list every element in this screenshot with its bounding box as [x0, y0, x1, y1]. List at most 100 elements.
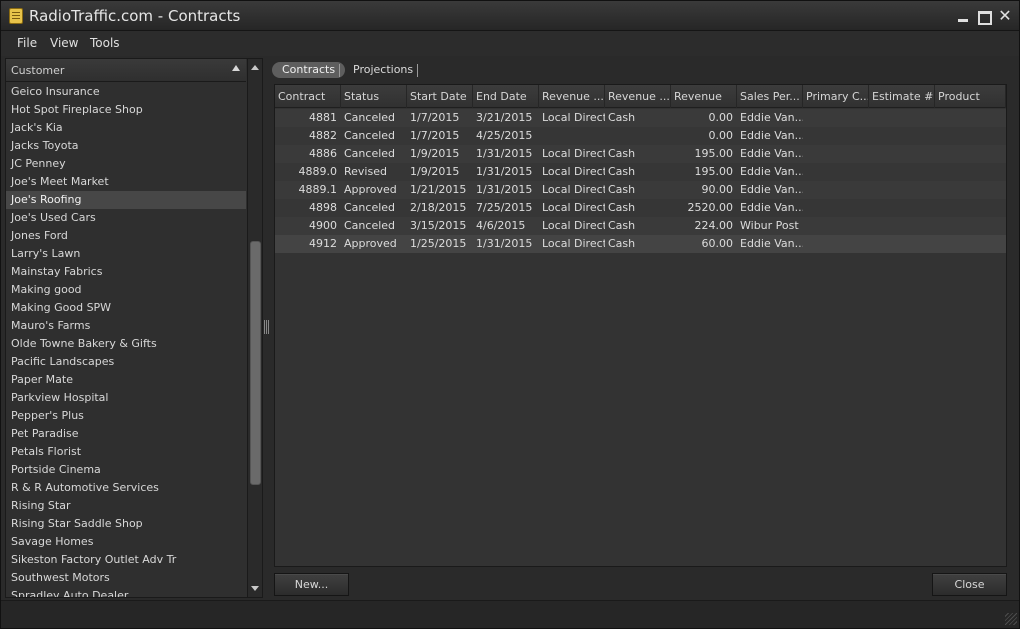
sort-ascending-icon	[232, 65, 240, 71]
column-header[interactable]: Contract	[275, 85, 341, 108]
scroll-up-icon[interactable]	[251, 65, 259, 70]
contracts-panel: Contracts Projections Contract Status Star…	[271, 58, 1011, 600]
customer-list-item[interactable]: Jack's Kia	[6, 119, 246, 137]
tab-divider	[339, 64, 340, 77]
table-row[interactable]: 4889.1 Approved 1/21/2015 1/31/2015 Local Di…	[275, 181, 1006, 199]
customer-list-item[interactable]: Hot Spot Fireplace Shop	[6, 101, 246, 119]
customer-list-item[interactable]: Sikeston Factory Outlet Adv Tr	[6, 551, 246, 569]
table-cell: Canceled	[344, 111, 396, 124]
table-cell: Local Direct	[542, 183, 605, 196]
table-cell: 1/9/2015	[410, 165, 460, 178]
column-header[interactable]: End Date	[473, 85, 539, 108]
table-cell: 1/7/2015	[410, 129, 460, 142]
table-cell	[869, 145, 935, 163]
customer-list-item[interactable]: Mainstay Fabrics	[6, 263, 246, 281]
grid-header: Contract Status Start Date End Date Revenue …	[275, 85, 1006, 108]
customer-list-item[interactable]: Olde Towne Bakery & Gifts	[6, 335, 246, 353]
table-row[interactable]: 4882 Canceled 1/7/2015 4/25/2015 0.00 Eddie V…	[275, 127, 1006, 145]
close-window-icon[interactable]: ✕	[997, 8, 1013, 24]
table-cell: 195.00	[694, 165, 734, 178]
column-header[interactable]: Revenue ...	[605, 85, 671, 108]
customer-list-item[interactable]: Joe's Meet Market	[6, 173, 246, 191]
customer-list-item[interactable]: Pet Paradise	[6, 425, 246, 443]
customer-column-header[interactable]: Customer	[6, 59, 246, 82]
customer-list-item[interactable]: Joe's Used Cars	[6, 209, 246, 227]
column-header[interactable]: Start Date	[407, 85, 473, 108]
table-cell: 4882	[309, 129, 337, 142]
table-cell: Canceled	[344, 129, 396, 142]
customer-list-item[interactable]: Petals Florist	[6, 443, 246, 461]
column-header[interactable]: Status	[341, 85, 407, 108]
column-header[interactable]: Product	[935, 85, 1006, 108]
new-contract-button[interactable]: New...	[274, 573, 349, 596]
customer-list-item[interactable]: Pacific Landscapes	[6, 353, 246, 371]
table-cell	[869, 127, 935, 145]
minimize-icon[interactable]	[955, 8, 971, 24]
table-cell	[803, 109, 869, 127]
column-header[interactable]: Revenue ...	[539, 85, 605, 108]
table-cell	[605, 127, 671, 145]
close-button[interactable]: Close	[932, 573, 1007, 596]
menu-tools[interactable]: Tools	[90, 36, 120, 50]
customer-list-item[interactable]: Mauro's Farms	[6, 317, 246, 335]
table-row[interactable]: 4898 Canceled 2/18/2015 7/25/2015 Local Dire…	[275, 199, 1006, 217]
customer-list-item[interactable]: Geico Insurance	[6, 83, 246, 101]
table-row[interactable]: 4886 Canceled 1/9/2015 1/31/2015 Local Direc…	[275, 145, 1006, 163]
resize-grip-icon[interactable]	[1005, 613, 1017, 625]
table-cell: 3/21/2015	[476, 111, 533, 124]
tab-contracts[interactable]: Contracts	[272, 62, 346, 78]
customer-list-item[interactable]: Jacks Toyota	[6, 137, 246, 155]
menu-file[interactable]: File	[17, 36, 37, 50]
customer-list-item[interactable]: Spradley Auto Dealer	[6, 587, 246, 597]
table-cell: 4881	[309, 111, 337, 124]
panel-splitter[interactable]	[263, 58, 271, 598]
customer-list-item[interactable]: Rising Star Saddle Shop	[6, 515, 246, 533]
table-cell: 1/31/2015	[476, 147, 533, 160]
table-cell: Approved	[344, 237, 397, 250]
scroll-down-icon[interactable]	[251, 586, 259, 591]
table-cell: 0.00	[708, 111, 734, 124]
menu-view[interactable]: View	[50, 36, 78, 50]
customer-list-item[interactable]: Rising Star	[6, 497, 246, 515]
column-header[interactable]: Revenue	[671, 85, 737, 108]
customer-list-item[interactable]: Joe's Roofing	[6, 191, 246, 209]
customer-list-scrollbar[interactable]	[247, 59, 262, 597]
table-cell: 2/18/2015	[410, 201, 467, 214]
customer-list: Geico Insurance Hot Spot Fireplace Shop Ja…	[6, 83, 246, 597]
status-bar	[1, 600, 1019, 628]
table-row[interactable]: 4900 Canceled 3/15/2015 4/6/2015 Local Direc…	[275, 217, 1006, 235]
customer-list-item[interactable]: Larry's Lawn	[6, 245, 246, 263]
table-cell	[869, 199, 935, 217]
customer-list-item[interactable]: Paper Mate	[6, 371, 246, 389]
column-header[interactable]: Estimate #	[869, 85, 935, 108]
customer-list-item[interactable]: JC Penney	[6, 155, 246, 173]
table-cell: Cash	[608, 201, 636, 214]
customer-list-item[interactable]: Southwest Motors	[6, 569, 246, 587]
table-cell: 1/31/2015	[476, 237, 533, 250]
column-header[interactable]: Primary C...	[803, 85, 869, 108]
table-cell	[803, 163, 869, 181]
table-cell: Eddie Van...	[740, 183, 803, 196]
customer-list-item[interactable]: Pepper's Plus	[6, 407, 246, 425]
customer-list-item[interactable]: R & R Automotive Services	[6, 479, 246, 497]
customer-list-item[interactable]: Making good	[6, 281, 246, 299]
table-cell	[869, 235, 935, 253]
table-cell: Approved	[344, 183, 397, 196]
maximize-icon[interactable]	[976, 8, 992, 25]
column-header[interactable]: Sales Per...	[737, 85, 803, 108]
table-cell: 0.00	[708, 129, 734, 142]
contracts-window: RadioTraffic.com - Contracts ✕ File View…	[0, 0, 1020, 629]
customer-list-item[interactable]: Jones Ford	[6, 227, 246, 245]
table-row[interactable]: 4881 Canceled 1/7/2015 3/21/2015 Local Direc…	[275, 109, 1006, 127]
scrollbar-thumb[interactable]	[250, 241, 261, 485]
customer-list-item[interactable]: Making Good SPW	[6, 299, 246, 317]
table-row[interactable]: 4889.0 Revised 1/9/2015 1/31/2015 Local Dire…	[275, 163, 1006, 181]
customer-list-item[interactable]: Portside Cinema	[6, 461, 246, 479]
customer-list-item[interactable]: Savage Homes	[6, 533, 246, 551]
table-cell: 3/15/2015	[410, 219, 467, 232]
customer-list-item[interactable]: Parkview Hospital	[6, 389, 246, 407]
title-bar[interactable]: RadioTraffic.com - Contracts ✕	[1, 1, 1019, 31]
table-row[interactable]: 4912 Approved 1/25/2015 1/31/2015 Local Dire…	[275, 235, 1006, 253]
tab-projections[interactable]: Projections	[343, 62, 423, 78]
table-cell	[803, 181, 869, 199]
